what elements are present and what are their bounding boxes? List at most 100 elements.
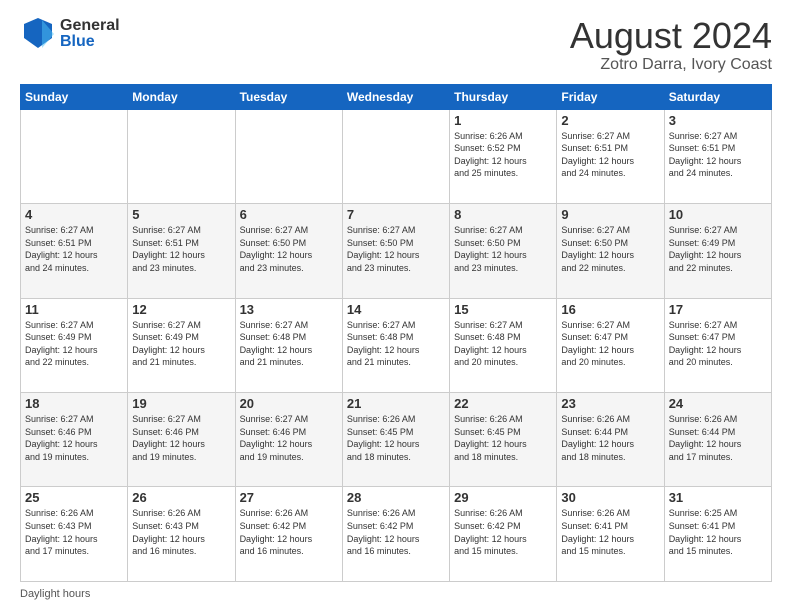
calendar-header-sunday: Sunday bbox=[21, 84, 128, 109]
calendar-cell: 13 Sunrise: 6:27 AM Sunset: 6:48 PM Dayli… bbox=[235, 298, 342, 392]
day-number: 23 bbox=[561, 396, 659, 411]
calendar-week-3: 11 Sunrise: 6:27 AM Sunset: 6:49 PM Dayli… bbox=[21, 298, 772, 392]
calendar-cell: 18 Sunrise: 6:27 AM Sunset: 6:46 PM Dayli… bbox=[21, 393, 128, 487]
calendar-cell: 6 Sunrise: 6:27 AM Sunset: 6:50 PM Daylig… bbox=[235, 204, 342, 298]
calendar-cell: 19Sunrise: 6:27 AM Sunset: 6:46 PM Dayli… bbox=[128, 393, 235, 487]
day-info: Sunrise: 6:27 AM Sunset: 6:46 PM Dayligh… bbox=[240, 413, 338, 463]
calendar-week-2: 4Sunrise: 6:27 AM Sunset: 6:51 PM Daylig… bbox=[21, 204, 772, 298]
calendar-header-monday: Monday bbox=[128, 84, 235, 109]
day-number: 11 bbox=[25, 302, 123, 317]
calendar-cell: 29Sunrise: 6:26 AM Sunset: 6:42 PM Dayli… bbox=[450, 487, 557, 582]
day-number: 2 bbox=[561, 113, 659, 128]
day-number: 26 bbox=[132, 490, 230, 505]
calendar-cell: 7 Sunrise: 6:27 AM Sunset: 6:50 PM Daylig… bbox=[342, 204, 449, 298]
calendar-cell: 30 Sunrise: 6:26 AM Sunset: 6:41 PM Dayli… bbox=[557, 487, 664, 582]
title-block: August 2024 Zotro Darra, Ivory Coast bbox=[570, 16, 772, 74]
main-title: August 2024 bbox=[570, 16, 772, 56]
day-info: Sunrise: 6:27 AM Sunset: 6:46 PM Dayligh… bbox=[25, 413, 123, 463]
logo: General Blue bbox=[20, 16, 120, 52]
calendar-cell: 23 Sunrise: 6:26 AM Sunset: 6:44 PM Dayli… bbox=[557, 393, 664, 487]
calendar-cell: 17Sunrise: 6:27 AM Sunset: 6:47 PM Dayli… bbox=[664, 298, 771, 392]
day-number: 27 bbox=[240, 490, 338, 505]
day-info: Sunrise: 6:26 AM Sunset: 6:45 PM Dayligh… bbox=[454, 413, 552, 463]
day-info: Sunrise: 6:27 AM Sunset: 6:48 PM Dayligh… bbox=[454, 319, 552, 369]
day-info: Sunrise: 6:27 AM Sunset: 6:50 PM Dayligh… bbox=[347, 224, 445, 274]
page: General Blue August 2024 Zotro Darra, Iv… bbox=[0, 0, 792, 612]
day-info: Sunrise: 6:27 AM Sunset: 6:47 PM Dayligh… bbox=[561, 319, 659, 369]
calendar-cell bbox=[21, 109, 128, 203]
calendar-cell: 26 Sunrise: 6:26 AM Sunset: 6:43 PM Dayli… bbox=[128, 487, 235, 582]
day-number: 12 bbox=[132, 302, 230, 317]
day-number: 20 bbox=[240, 396, 338, 411]
day-info: Sunrise: 6:27 AM Sunset: 6:51 PM Dayligh… bbox=[132, 224, 230, 274]
day-info: Sunrise: 6:26 AM Sunset: 6:52 PM Dayligh… bbox=[454, 130, 552, 180]
calendar-cell: 2 Sunrise: 6:27 AM Sunset: 6:51 PM Daylig… bbox=[557, 109, 664, 203]
day-info: Sunrise: 6:27 AM Sunset: 6:49 PM Dayligh… bbox=[669, 224, 767, 274]
calendar-cell: 16Sunrise: 6:27 AM Sunset: 6:47 PM Dayli… bbox=[557, 298, 664, 392]
calendar-cell: 20 Sunrise: 6:27 AM Sunset: 6:46 PM Dayli… bbox=[235, 393, 342, 487]
calendar-cell bbox=[342, 109, 449, 203]
day-info: Sunrise: 6:26 AM Sunset: 6:44 PM Dayligh… bbox=[669, 413, 767, 463]
day-number: 25 bbox=[25, 490, 123, 505]
day-info: Sunrise: 6:27 AM Sunset: 6:51 PM Dayligh… bbox=[561, 130, 659, 180]
calendar-cell: 15Sunrise: 6:27 AM Sunset: 6:48 PM Dayli… bbox=[450, 298, 557, 392]
calendar-header-row: SundayMondayTuesdayWednesdayThursdayFrid… bbox=[21, 84, 772, 109]
day-info: Sunrise: 6:26 AM Sunset: 6:43 PM Dayligh… bbox=[132, 507, 230, 557]
calendar-cell: 4Sunrise: 6:27 AM Sunset: 6:51 PM Daylig… bbox=[21, 204, 128, 298]
day-number: 22 bbox=[454, 396, 552, 411]
day-info: Sunrise: 6:26 AM Sunset: 6:42 PM Dayligh… bbox=[347, 507, 445, 557]
calendar-header-friday: Friday bbox=[557, 84, 664, 109]
calendar-week-1: 1Sunrise: 6:26 AM Sunset: 6:52 PM Daylig… bbox=[21, 109, 772, 203]
day-number: 31 bbox=[669, 490, 767, 505]
day-info: Sunrise: 6:27 AM Sunset: 6:50 PM Dayligh… bbox=[454, 224, 552, 274]
day-info: Sunrise: 6:27 AM Sunset: 6:48 PM Dayligh… bbox=[347, 319, 445, 369]
day-number: 28 bbox=[347, 490, 445, 505]
calendar-cell: 22 Sunrise: 6:26 AM Sunset: 6:45 PM Dayli… bbox=[450, 393, 557, 487]
calendar-cell: 8Sunrise: 6:27 AM Sunset: 6:50 PM Daylig… bbox=[450, 204, 557, 298]
calendar-cell: 11 Sunrise: 6:27 AM Sunset: 6:49 PM Dayli… bbox=[21, 298, 128, 392]
day-info: Sunrise: 6:27 AM Sunset: 6:48 PM Dayligh… bbox=[240, 319, 338, 369]
day-info: Sunrise: 6:27 AM Sunset: 6:50 PM Dayligh… bbox=[240, 224, 338, 274]
day-number: 18 bbox=[25, 396, 123, 411]
day-info: Sunrise: 6:27 AM Sunset: 6:49 PM Dayligh… bbox=[132, 319, 230, 369]
day-info: Sunrise: 6:25 AM Sunset: 6:41 PM Dayligh… bbox=[669, 507, 767, 557]
calendar-cell: 10 Sunrise: 6:27 AM Sunset: 6:49 PM Dayli… bbox=[664, 204, 771, 298]
day-info: Sunrise: 6:26 AM Sunset: 6:41 PM Dayligh… bbox=[561, 507, 659, 557]
day-number: 7 bbox=[347, 207, 445, 222]
day-number: 24 bbox=[669, 396, 767, 411]
day-number: 6 bbox=[240, 207, 338, 222]
calendar-cell: 5Sunrise: 6:27 AM Sunset: 6:51 PM Daylig… bbox=[128, 204, 235, 298]
day-number: 10 bbox=[669, 207, 767, 222]
header: General Blue August 2024 Zotro Darra, Iv… bbox=[20, 16, 772, 74]
day-info: Sunrise: 6:26 AM Sunset: 6:42 PM Dayligh… bbox=[454, 507, 552, 557]
calendar-header-thursday: Thursday bbox=[450, 84, 557, 109]
day-number: 30 bbox=[561, 490, 659, 505]
day-info: Sunrise: 6:27 AM Sunset: 6:46 PM Dayligh… bbox=[132, 413, 230, 463]
calendar-cell: 21Sunrise: 6:26 AM Sunset: 6:45 PM Dayli… bbox=[342, 393, 449, 487]
calendar-cell: 28 Sunrise: 6:26 AM Sunset: 6:42 PM Dayli… bbox=[342, 487, 449, 582]
calendar-cell: 12 Sunrise: 6:27 AM Sunset: 6:49 PM Dayli… bbox=[128, 298, 235, 392]
calendar-table: SundayMondayTuesdayWednesdayThursdayFrid… bbox=[20, 84, 772, 582]
footer: Daylight hours bbox=[20, 588, 772, 600]
calendar-header-wednesday: Wednesday bbox=[342, 84, 449, 109]
calendar-week-5: 25 Sunrise: 6:26 AM Sunset: 6:43 PM Dayli… bbox=[21, 487, 772, 582]
calendar-week-4: 18 Sunrise: 6:27 AM Sunset: 6:46 PM Dayli… bbox=[21, 393, 772, 487]
day-info: Sunrise: 6:27 AM Sunset: 6:50 PM Dayligh… bbox=[561, 224, 659, 274]
daylight-label: Daylight hours bbox=[20, 588, 90, 600]
calendar-cell: 3 Sunrise: 6:27 AM Sunset: 6:51 PM Daylig… bbox=[664, 109, 771, 203]
day-number: 3 bbox=[669, 113, 767, 128]
calendar-header-saturday: Saturday bbox=[664, 84, 771, 109]
day-info: Sunrise: 6:26 AM Sunset: 6:44 PM Dayligh… bbox=[561, 413, 659, 463]
calendar-cell: 14 Sunrise: 6:27 AM Sunset: 6:48 PM Dayli… bbox=[342, 298, 449, 392]
day-number: 21 bbox=[347, 396, 445, 411]
calendar-cell: 24 Sunrise: 6:26 AM Sunset: 6:44 PM Dayli… bbox=[664, 393, 771, 487]
day-number: 14 bbox=[347, 302, 445, 317]
day-number: 13 bbox=[240, 302, 338, 317]
calendar-cell: 27Sunrise: 6:26 AM Sunset: 6:42 PM Dayli… bbox=[235, 487, 342, 582]
calendar-cell bbox=[128, 109, 235, 203]
day-info: Sunrise: 6:27 AM Sunset: 6:49 PM Dayligh… bbox=[25, 319, 123, 369]
calendar-header-tuesday: Tuesday bbox=[235, 84, 342, 109]
day-info: Sunrise: 6:27 AM Sunset: 6:51 PM Dayligh… bbox=[669, 130, 767, 180]
calendar-cell bbox=[235, 109, 342, 203]
calendar-cell: 31 Sunrise: 6:25 AM Sunset: 6:41 PM Dayli… bbox=[664, 487, 771, 582]
